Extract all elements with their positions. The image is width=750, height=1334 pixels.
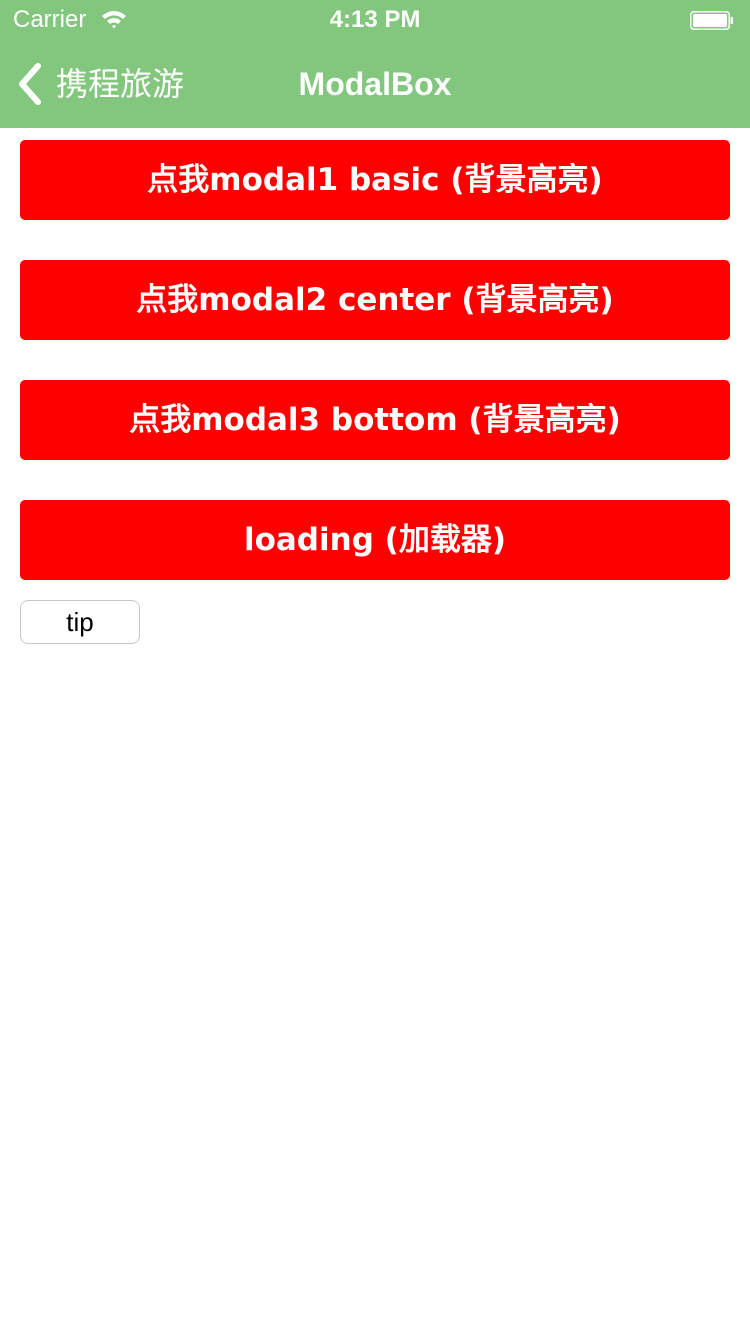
modal1-basic-button[interactable]: 点我modal1 basic (背景高亮) [20,140,730,220]
content-area: 点我modal1 basic (背景高亮) 点我modal2 center (背… [20,140,730,644]
status-bar: Carrier 4:13 PM [0,0,750,40]
tip-button[interactable]: tip [20,600,140,644]
battery-icon [690,11,733,30]
status-time: 4:13 PM [329,6,421,33]
page-title: ModalBox [298,66,452,102]
modal3-bottom-button[interactable]: 点我modal3 bottom (背景高亮) [20,380,730,460]
loading-button[interactable]: loading (加载器) [20,500,730,580]
modal2-center-button[interactable]: 点我modal2 center (背景高亮) [20,260,730,340]
navigation-bar: 携程旅游 ModalBox [0,40,750,128]
